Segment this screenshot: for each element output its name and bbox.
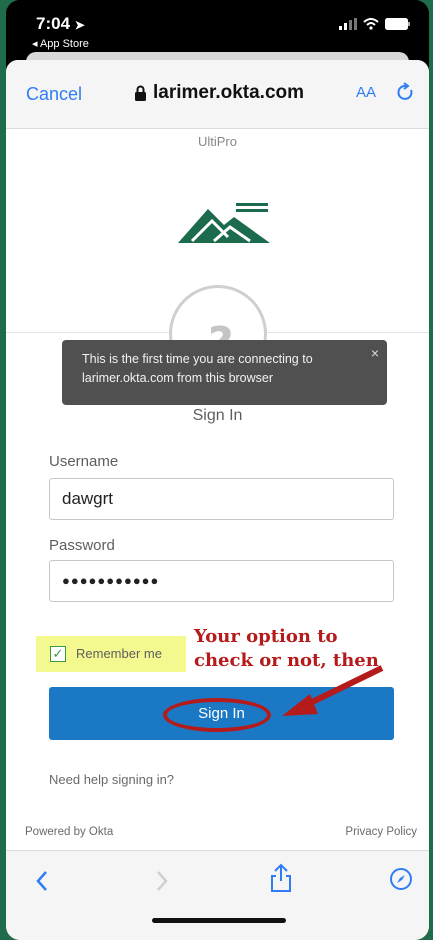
password-label: Password xyxy=(49,537,115,554)
larimer-county-logo xyxy=(178,201,270,243)
browser-toolbar xyxy=(6,850,429,940)
tooltip-text: This is the first time you are connectin… xyxy=(82,352,313,385)
page-title: Sign In xyxy=(192,407,243,424)
domain-text: larimer.okta.com xyxy=(153,82,305,103)
remember-me-highlight: ✓ Remember me xyxy=(36,636,186,672)
forward-icon[interactable] xyxy=(154,869,170,893)
privacy-policy-link[interactable]: Privacy Policy xyxy=(345,826,417,838)
compass-icon[interactable] xyxy=(389,867,413,891)
help-link[interactable]: Need help signing in? xyxy=(49,772,174,787)
signal-icon xyxy=(339,18,357,30)
browser-sheet: Cancel larimer.okta.com AA UltiPro ? Thi… xyxy=(6,60,429,940)
reload-icon[interactable] xyxy=(396,82,416,104)
back-to-app-link[interactable]: ◂ App Store xyxy=(32,37,89,50)
remember-me-checkbox[interactable]: ✓ xyxy=(50,646,66,662)
browser-navbar: Cancel larimer.okta.com AA xyxy=(6,60,429,129)
annotation-line-1: Your option to xyxy=(194,626,338,647)
clock: 7:04 ➤ xyxy=(36,14,85,33)
cancel-button[interactable]: Cancel xyxy=(26,84,82,105)
status-bar: 7:04 ➤ ◂ App Store xyxy=(6,0,429,58)
battery-icon xyxy=(385,18,410,30)
powered-by-okta: Powered by Okta xyxy=(25,826,114,838)
username-input[interactable]: dawgrt xyxy=(49,478,394,520)
first-connection-tooltip: This is the first time you are connectin… xyxy=(62,340,387,405)
home-indicator xyxy=(152,918,286,923)
text-size-button[interactable]: AA xyxy=(356,84,376,101)
system-icons xyxy=(339,18,411,30)
wifi-icon xyxy=(363,18,379,30)
remember-me-label[interactable]: Remember me xyxy=(76,646,162,661)
share-icon[interactable] xyxy=(269,863,293,893)
address-bar[interactable]: larimer.okta.com xyxy=(134,82,304,104)
phone-frame: 7:04 ➤ ◂ App Store Cancel larimer.okta.c… xyxy=(6,0,429,940)
username-label: Username xyxy=(49,453,119,470)
annotation-arrow-icon xyxy=(282,665,384,716)
password-input[interactable]: ●●●●●●●●●●● xyxy=(49,560,394,602)
tooltip-close-icon[interactable]: × xyxy=(371,344,379,363)
back-icon[interactable] xyxy=(34,869,50,893)
app-label: UltiPro xyxy=(197,134,237,149)
lock-icon xyxy=(135,85,146,101)
annotation-circle xyxy=(163,698,271,732)
